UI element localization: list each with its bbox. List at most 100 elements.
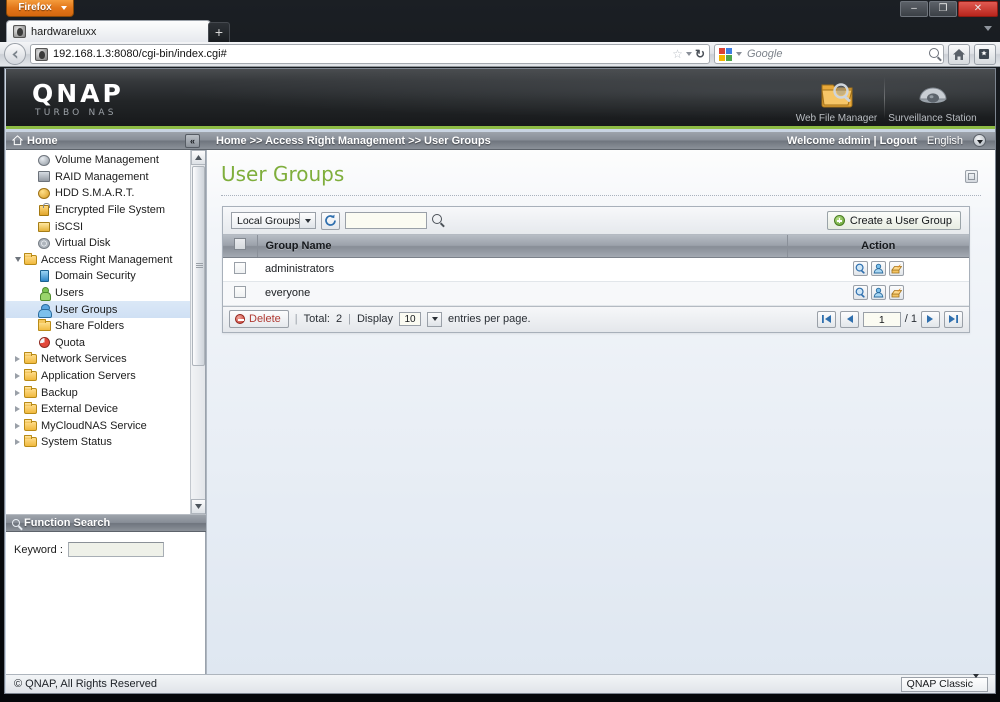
prev-page-button[interactable]: [839, 310, 859, 328]
first-page-icon: [821, 315, 831, 323]
new-tab-label: +: [214, 24, 224, 40]
sidebar-item-raid-management[interactable]: RAID Management: [6, 169, 191, 186]
sidebar-item-system-status[interactable]: System Status: [6, 434, 191, 451]
sidebar-item-quota[interactable]: Quota: [6, 335, 191, 352]
chevron-right-icon[interactable]: [15, 389, 20, 396]
search-icon[interactable]: [929, 47, 939, 61]
minimize-button[interactable]: –: [900, 1, 928, 17]
tab-list-chevron-icon[interactable]: [984, 26, 992, 31]
scrollbar-thumb[interactable]: [192, 166, 205, 366]
sidebar-item-access-right-management[interactable]: Access Right Management: [6, 252, 191, 269]
folder-icon: [23, 369, 37, 383]
maximize-button[interactable]: ❐: [929, 1, 957, 17]
browser-tab[interactable]: hardwareluxx: [6, 20, 211, 42]
sidebar-item-volume-management[interactable]: Volume Management: [6, 152, 191, 169]
keyword-input[interactable]: [67, 542, 164, 557]
web-file-manager-shortcut[interactable]: Web File Manager: [789, 73, 884, 124]
scrollbar-grip: [196, 263, 203, 268]
edit-permissions-icon[interactable]: [888, 261, 904, 276]
sidebar-item-external-device[interactable]: External Device: [6, 401, 191, 418]
view-details-icon[interactable]: [852, 261, 868, 276]
sidebar-item-encrypted-file-system[interactable]: Encrypted File System: [6, 202, 191, 219]
sidebar-item-application-servers[interactable]: Application Servers: [6, 368, 191, 385]
chevron-down-icon[interactable]: [299, 213, 316, 228]
firefox-menu-button[interactable]: Firefox: [6, 0, 74, 17]
view-details-icon[interactable]: [852, 285, 868, 300]
scroll-down-button[interactable]: [191, 499, 205, 514]
sidebar-item-mycloudnas-service[interactable]: MyCloudNAS Service: [6, 418, 191, 435]
qnap-logo: QNAP: [32, 79, 124, 108]
new-tab-button[interactable]: +: [208, 22, 230, 42]
close-button[interactable]: ✕: [958, 1, 998, 17]
page-number-input[interactable]: 1: [862, 311, 901, 327]
first-page-button[interactable]: [816, 310, 836, 328]
back-button[interactable]: [4, 43, 26, 65]
sidebar-item-domain-security[interactable]: Domain Security: [6, 268, 191, 285]
search-input[interactable]: Google: [747, 48, 782, 60]
table-row[interactable]: administrators: [223, 257, 969, 282]
search-bar[interactable]: Google: [714, 44, 944, 64]
sidebar-item-hdd-s-m-a-r-t[interactable]: HDD S.M.A.R.T.: [6, 185, 191, 202]
bookmark-star-icon[interactable]: ☆: [672, 47, 683, 61]
chevron-right-icon[interactable]: [15, 373, 20, 380]
sidebar-item-users[interactable]: Users: [6, 285, 191, 302]
row-checkbox[interactable]: [234, 261, 246, 274]
tree-twisty: [12, 439, 23, 446]
sidebar-item-virtual-disk[interactable]: Virtual Disk: [6, 235, 191, 252]
language-label[interactable]: English: [927, 135, 963, 147]
site-identity-icon: [35, 47, 48, 61]
chevron-down-icon[interactable]: [973, 673, 987, 691]
group-icon: [37, 303, 52, 318]
sidebar-header-label: Home: [27, 134, 58, 147]
next-page-button[interactable]: [921, 310, 940, 328]
sidebar-item-network-services[interactable]: Network Services: [6, 351, 191, 368]
user-icon: [37, 287, 51, 302]
search-icon[interactable]: [432, 214, 443, 227]
edit-members-icon[interactable]: [870, 261, 886, 276]
reload-icon[interactable]: ↻: [695, 47, 705, 61]
row-actions-cell: [787, 257, 969, 282]
table-row[interactable]: everyone: [223, 281, 969, 306]
sidebar-item-share-folders[interactable]: Share Folders: [6, 318, 191, 335]
domain-icon: [37, 270, 51, 283]
row-checkbox[interactable]: [234, 285, 246, 298]
sidebar-navigation[interactable]: Volume Management RAID Management HDD S.M.…: [6, 150, 206, 514]
group-scope-select[interactable]: Local Groups: [231, 212, 317, 229]
theme-select[interactable]: QNAP Classic: [900, 673, 988, 692]
edit-members-icon[interactable]: [870, 285, 886, 300]
refresh-button[interactable]: [321, 211, 341, 230]
chevron-right-icon[interactable]: [15, 406, 20, 413]
bookmarks-button[interactable]: [974, 43, 996, 65]
create-user-group-button[interactable]: Create a User Group: [826, 211, 961, 230]
chevron-right-icon[interactable]: [15, 422, 20, 429]
delete-button[interactable]: Delete: [229, 310, 289, 328]
select-all-checkbox[interactable]: [233, 238, 246, 251]
footer-separator-2: |: [348, 313, 351, 325]
sidebar-collapse-button[interactable]: «: [185, 133, 200, 148]
scroll-up-button[interactable]: [191, 150, 205, 165]
display-count-chevron-down-icon[interactable]: [427, 311, 443, 327]
user-groups-table: Group Name Action administrators everyone: [223, 235, 969, 306]
welcome-logout[interactable]: Welcome admin | Logout: [787, 135, 917, 147]
filter-input[interactable]: [345, 212, 428, 229]
surveillance-station-shortcut[interactable]: Surveillance Station: [885, 73, 980, 124]
address-bar[interactable]: 192.168.1.3 :8080/cgi-bin/index.cgi# ☆ ↻: [30, 44, 710, 64]
chevron-down-icon[interactable]: [14, 257, 21, 263]
chevron-right-icon[interactable]: [15, 439, 20, 446]
tree-twisty: [12, 257, 23, 263]
chevron-right-icon[interactable]: [15, 356, 20, 363]
sidebar-item-label: MyCloudNAS Service: [41, 419, 147, 432]
home-button[interactable]: [948, 43, 970, 65]
sidebar-item-iscsi[interactable]: iSCSI: [6, 218, 191, 235]
sidebar-scrollbar[interactable]: [190, 150, 205, 514]
language-chevron-down-icon[interactable]: [973, 134, 986, 147]
last-page-button[interactable]: [944, 310, 963, 328]
search-engine-chevron-icon[interactable]: [736, 52, 742, 56]
sidebar-item-user-groups[interactable]: User Groups: [6, 301, 191, 318]
chevron-down-icon[interactable]: [685, 52, 692, 56]
sidebar-item-backup[interactable]: Backup: [6, 384, 191, 401]
edit-permissions-icon[interactable]: [888, 285, 904, 300]
help-button[interactable]: [965, 170, 978, 183]
main-content: User Groups Local Groups Create a User G…: [206, 150, 995, 693]
display-count-value[interactable]: 10: [399, 312, 422, 326]
